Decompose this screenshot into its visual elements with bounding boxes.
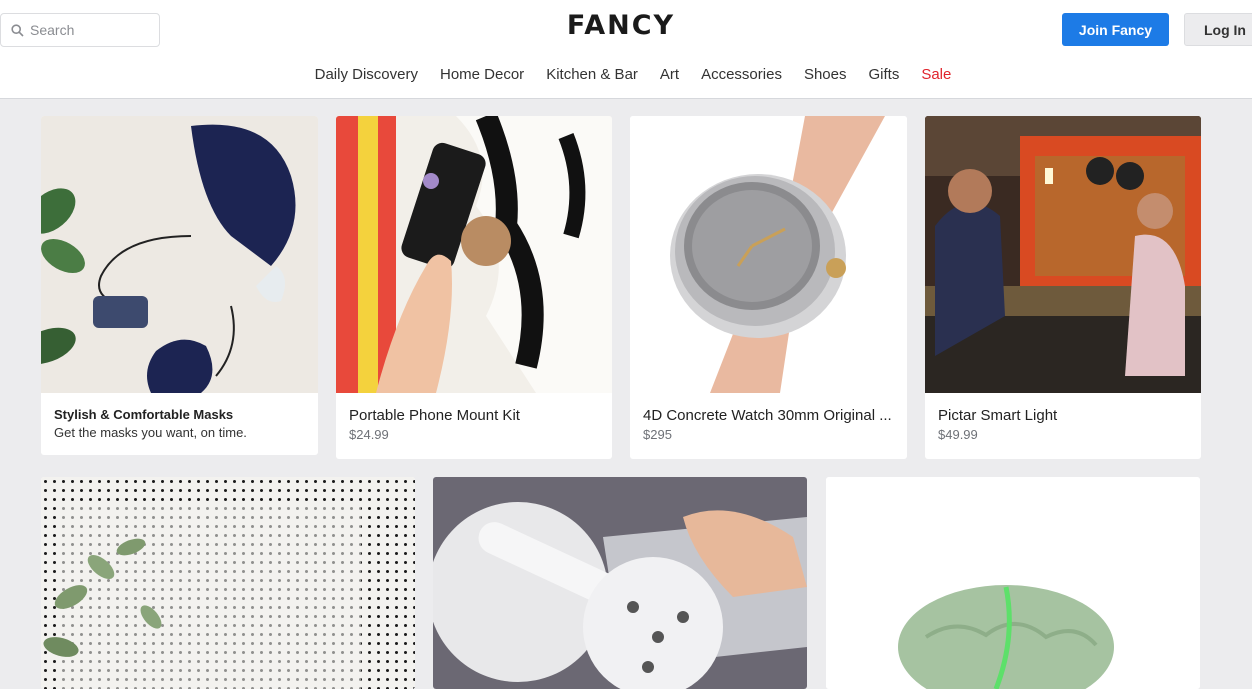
nav-kitchen-bar[interactable]: Kitchen & Bar [546, 66, 638, 83]
nav-daily-discovery[interactable]: Daily Discovery [315, 66, 418, 83]
card-subtitle: Get the masks you want, on time. [54, 425, 247, 440]
card-price: $295 [643, 427, 672, 442]
card-title: Stylish & Comfortable Masks [54, 407, 234, 422]
product-card-brain-light[interactable] [826, 477, 1200, 689]
join-fancy-button[interactable]: Join Fancy [1062, 13, 1169, 46]
category-nav: Daily Discovery Home Decor Kitchen & Bar… [0, 66, 1252, 83]
product-card-concrete-watch[interactable]: 4D Concrete Watch 30mm Original ... $295 [630, 116, 907, 459]
product-card-masks[interactable]: Stylish & Comfortable Masks Get the mask… [41, 116, 318, 455]
search-icon [11, 23, 24, 37]
card-caption: Portable Phone Mount Kit $24.99 [336, 407, 612, 442]
watch-image [630, 116, 907, 393]
nav-home-decor[interactable]: Home Decor [440, 66, 524, 83]
nav-shoes[interactable]: Shoes [804, 66, 847, 83]
top-header: FANCY Join Fancy Log In Daily Discovery … [0, 0, 1252, 99]
brain-light-image [826, 477, 1200, 689]
product-card-pictar-smart-light[interactable]: Pictar Smart Light $49.99 [925, 116, 1201, 459]
fancy-logo[interactable]: FANCY [540, 10, 702, 41]
log-in-button[interactable]: Log In [1184, 13, 1252, 46]
nav-art[interactable]: Art [660, 66, 679, 83]
nav-sale[interactable]: Sale [921, 66, 951, 83]
card-price: $49.99 [938, 427, 978, 442]
card-title: Portable Phone Mount Kit [349, 407, 520, 424]
card-title: Pictar Smart Light [938, 407, 1058, 424]
pictar-light-image [925, 116, 1201, 393]
nav-accessories[interactable]: Accessories [701, 66, 782, 83]
pegboard-image [41, 477, 415, 689]
nav-gifts[interactable]: Gifts [868, 66, 899, 83]
search-box[interactable] [0, 13, 160, 47]
product-card-phone-mount[interactable]: Portable Phone Mount Kit $24.99 [336, 116, 612, 459]
masks-image [41, 116, 318, 393]
phone-mount-image [336, 116, 612, 393]
product-card-juicer[interactable] [433, 477, 807, 689]
card-caption: Pictar Smart Light $49.99 [925, 407, 1201, 442]
search-input[interactable] [30, 22, 148, 38]
juicer-image [433, 477, 807, 689]
card-price: $24.99 [349, 427, 389, 442]
card-caption: 4D Concrete Watch 30mm Original ... $295 [630, 407, 907, 442]
card-caption: Stylish & Comfortable Masks Get the mask… [41, 407, 318, 440]
product-card-pegboard[interactable] [41, 477, 415, 689]
card-title: 4D Concrete Watch 30mm Original ... [643, 407, 892, 424]
